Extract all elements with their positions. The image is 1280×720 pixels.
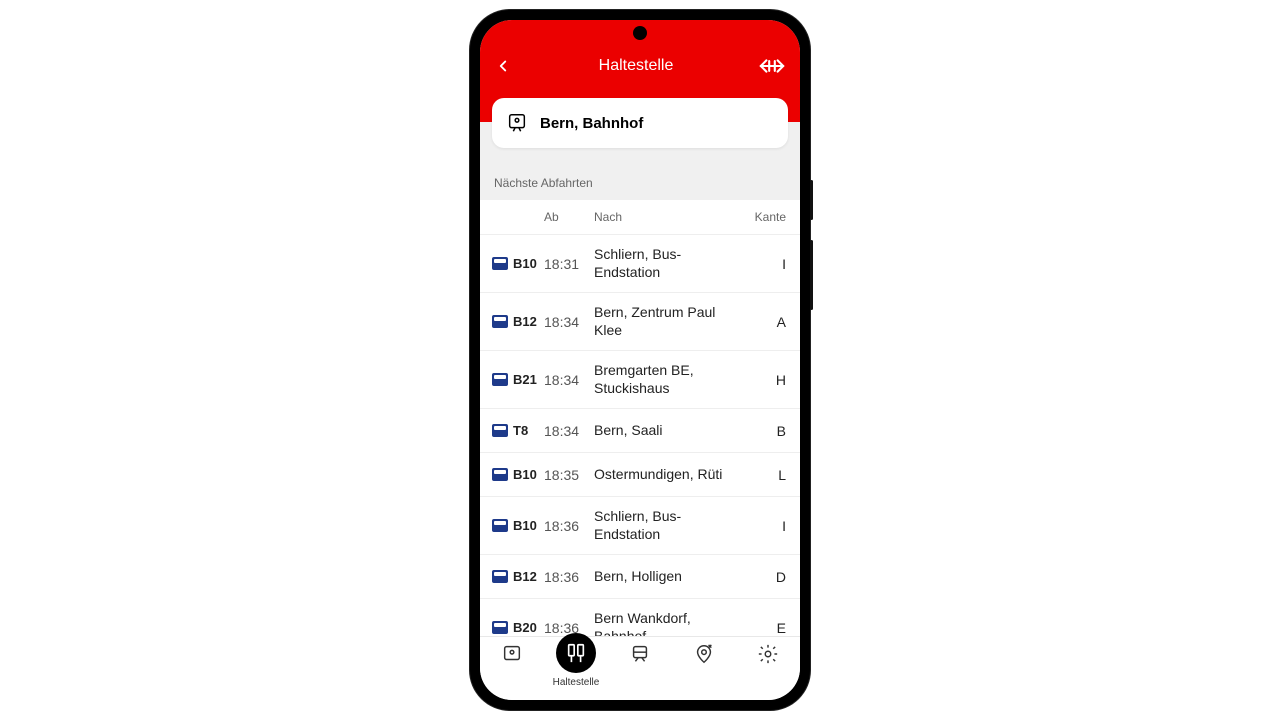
destination: Bern, Saali (590, 422, 742, 440)
departure-time: 18:34 (544, 372, 590, 388)
station-icon (506, 112, 528, 134)
bus-icon (492, 373, 508, 386)
departure-time: 18:34 (544, 314, 590, 330)
stop-sign-icon (565, 642, 587, 664)
bus-icon (492, 621, 508, 634)
platform: B (742, 423, 786, 439)
tab-bar: Haltestelle (480, 636, 800, 700)
line-label: B10 (513, 256, 537, 271)
destination: Bern, Zentrum Paul Klee (590, 304, 742, 339)
gear-icon (757, 643, 779, 665)
departure-time: 18:31 (544, 256, 590, 272)
destination: Bern, Holligen (590, 568, 742, 586)
table-row[interactable]: B12 18:36Bern, HolligenD (480, 555, 800, 599)
location-icon (693, 643, 715, 665)
ticket-icon (501, 643, 523, 665)
table-row[interactable]: B10 18:35Ostermundigen, RütiL (480, 453, 800, 497)
line-label: B21 (513, 372, 537, 387)
col-header-dest: Nach (590, 210, 742, 224)
col-header-time: Ab (544, 210, 590, 224)
tab-settings[interactable] (736, 643, 800, 665)
departure-time: 18:34 (544, 423, 590, 439)
tab-active-pill (556, 633, 596, 673)
destination: Schliern, Bus-Endstation (590, 508, 742, 543)
tab-map[interactable] (672, 643, 736, 665)
platform: I (742, 256, 786, 272)
station-card[interactable]: Bern, Bahnhof (492, 98, 788, 148)
col-header-plat: Kante (742, 210, 786, 224)
phone-side-button (810, 180, 813, 220)
phone-frame: Haltestelle Bern, Bahnhof Nächste Abfahr… (470, 10, 810, 710)
camera-notch (633, 26, 647, 40)
departure-time: 18:36 (544, 518, 590, 534)
table-row[interactable]: B10 18:36Schliern, Bus-EndstationI (480, 497, 800, 555)
table-row[interactable]: T8 18:34Bern, SaaliB (480, 409, 800, 453)
line-label: T8 (513, 423, 528, 438)
destination: Schliern, Bus-Endstation (590, 246, 742, 281)
bus-icon (492, 257, 508, 270)
tab-haltestelle[interactable]: Haltestelle (544, 643, 608, 688)
station-name: Bern, Bahnhof (540, 115, 643, 132)
platform: A (742, 314, 786, 330)
destination: Bremgarten BE, Stuckishaus (590, 362, 742, 397)
screen: Haltestelle Bern, Bahnhof Nächste Abfahr… (480, 20, 800, 700)
departure-time: 18:36 (544, 569, 590, 585)
back-button[interactable] (494, 56, 514, 76)
bus-icon (492, 424, 508, 437)
phone-side-button (810, 240, 813, 310)
departures-list[interactable]: B1018:31Schliern, Bus-EndstationIB1218:3… (480, 235, 800, 636)
line-label: B20 (513, 620, 537, 635)
sbb-logo-icon (758, 57, 786, 75)
line-label: B12 (513, 569, 537, 584)
train-icon (629, 643, 651, 665)
bus-icon (492, 468, 508, 481)
page-title: Haltestelle (514, 57, 758, 75)
platform: D (742, 569, 786, 585)
table-row[interactable]: B21 18:34Bremgarten BE, StuckishausH (480, 351, 800, 409)
tab-travel[interactable] (608, 643, 672, 665)
platform: H (742, 372, 786, 388)
line-label: B10 (513, 467, 537, 482)
section-label: Nächste Abfahrten (480, 168, 800, 200)
tab-label: Haltestelle (553, 677, 600, 688)
departure-time: 18:36 (544, 620, 590, 636)
platform: E (742, 620, 786, 636)
table-row[interactable]: B10 18:31Schliern, Bus-EndstationI (480, 235, 800, 293)
tab-plan[interactable] (480, 643, 544, 665)
chevron-left-icon (494, 57, 512, 75)
bus-icon (492, 519, 508, 532)
destination: Bern Wankdorf, Bahnhof (590, 610, 742, 636)
departure-time: 18:35 (544, 467, 590, 483)
table-row[interactable]: B20 18:36Bern Wankdorf, BahnhofE (480, 599, 800, 636)
destination: Ostermundigen, Rüti (590, 466, 742, 484)
line-label: B12 (513, 314, 537, 329)
line-label: B10 (513, 518, 537, 533)
platform: I (742, 518, 786, 534)
platform: L (742, 467, 786, 483)
content-area: Nächste Abfahrten Ab Nach Kante B10 18:31… (480, 122, 800, 636)
bus-icon (492, 315, 508, 328)
bus-icon (492, 570, 508, 583)
table-header: Ab Nach Kante (480, 200, 800, 235)
table-row[interactable]: B12 18:34Bern, Zentrum Paul KleeA (480, 293, 800, 351)
